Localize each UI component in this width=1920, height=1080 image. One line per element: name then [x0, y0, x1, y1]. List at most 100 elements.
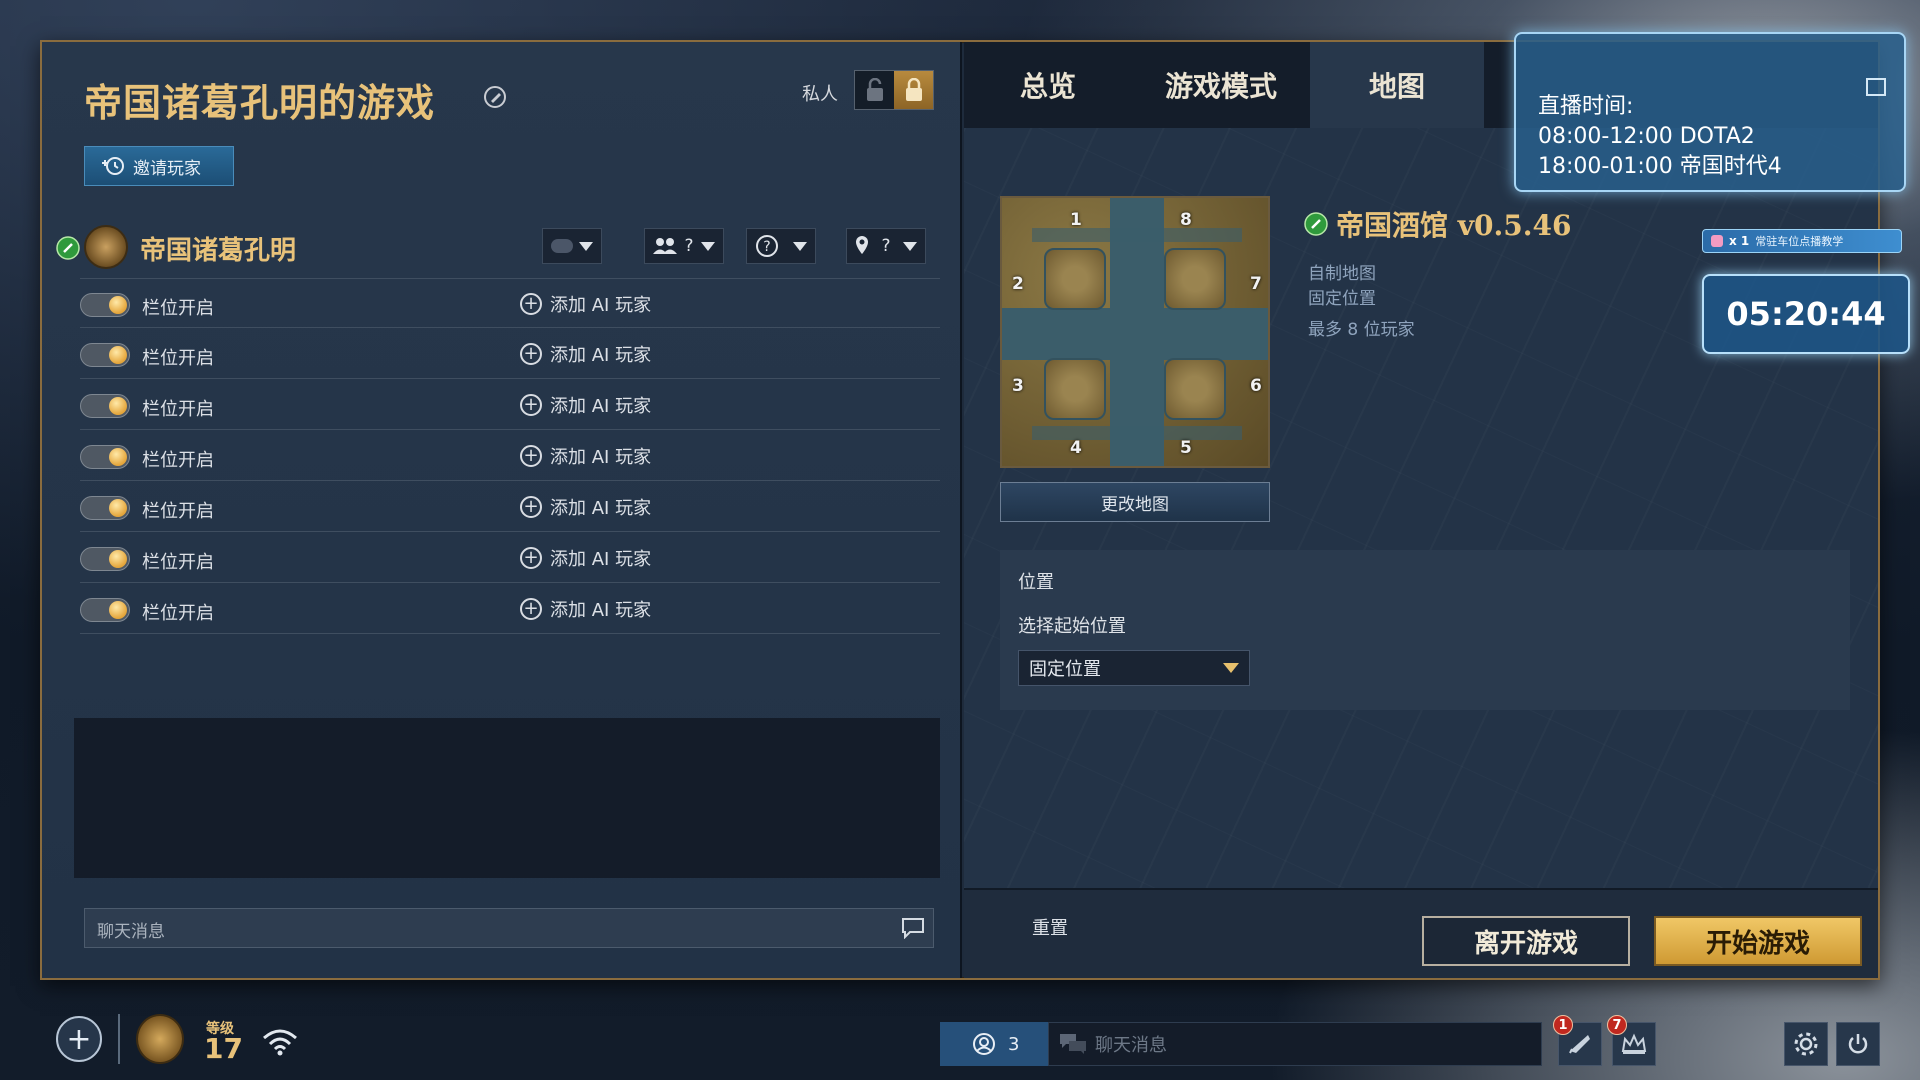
edit-icon[interactable]: [482, 84, 508, 110]
plus-circle-icon: +: [520, 394, 542, 416]
chevron-down-icon: [1223, 663, 1239, 673]
plus-circle-icon: +: [520, 445, 542, 467]
add-friend-button[interactable]: +: [56, 1016, 102, 1062]
map-details: 自制地图 固定位置 最多 8 位玩家: [1308, 262, 1415, 343]
global-chat-input[interactable]: 聊天消息: [1048, 1022, 1542, 1066]
slot-status: 栏位开启: [142, 603, 214, 624]
add-ai-label: 添加 AI 玩家: [550, 498, 652, 519]
player-slot: 栏位开启 + 添加 AI 玩家: [80, 431, 940, 481]
stream-timer: 05:20:44: [1702, 274, 1910, 354]
team-dropdown[interactable]: ?: [644, 228, 724, 264]
add-ai-player-button[interactable]: + 添加 AI 玩家: [520, 545, 651, 571]
host-name: 帝国诸葛孔明: [140, 236, 297, 266]
promo-count: x 1: [1729, 234, 1750, 248]
level-value: 17: [204, 1032, 243, 1065]
online-friends-button[interactable]: 3: [940, 1022, 1048, 1066]
chat-placeholder: 聊天消息: [1095, 1035, 1167, 1056]
slot-open-toggle[interactable]: [80, 496, 130, 520]
rewards-button[interactable]: 7: [1607, 1015, 1656, 1066]
notification-badge: 1: [1553, 1015, 1573, 1035]
slot-status: 栏位开启: [142, 348, 214, 369]
chevron-down-icon: [903, 241, 917, 251]
slot-open-toggle[interactable]: [80, 598, 130, 622]
bottom-bar: + 等级 17 3 聊天消息 1 7: [0, 1000, 1920, 1080]
crown-icon: [1621, 1033, 1647, 1054]
map-position-marker: 5: [1180, 438, 1192, 458]
map-position-marker: 3: [1012, 376, 1024, 396]
player-slot: 栏位开启 + 添加 AI 玩家: [80, 584, 940, 634]
change-map-button[interactable]: 更改地图: [1000, 482, 1270, 522]
slot-open-toggle[interactable]: [80, 293, 130, 317]
settings-button[interactable]: [1784, 1022, 1828, 1066]
chat-bubble-icon[interactable]: [901, 917, 925, 939]
reset-button[interactable]: 重置: [1032, 914, 1068, 940]
start-position-value: 固定位置: [1029, 659, 1101, 680]
start-position-dropdown[interactable]: ?: [846, 228, 926, 264]
chat-placeholder: 聊天消息: [97, 922, 165, 942]
stream-title: 直播时间:: [1538, 94, 1634, 119]
start-position-label: 选择起始位置: [1018, 616, 1126, 637]
stream-schedule-line: 08:00-12:00 DOTA2: [1538, 124, 1755, 149]
stream-promo-badge: x 1 常驻车位点播教学: [1702, 229, 1902, 253]
slot-open-toggle[interactable]: [80, 547, 130, 571]
start-position-select[interactable]: 固定位置: [1018, 650, 1250, 686]
add-ai-player-button[interactable]: + 添加 AI 玩家: [520, 443, 651, 469]
chat-input[interactable]: 聊天消息: [84, 908, 934, 948]
player-color-dropdown[interactable]: [542, 228, 602, 264]
lobby-footer: 重置 离开游戏 开始游戏: [964, 888, 1878, 978]
tab-map[interactable]: 地图: [1310, 42, 1484, 128]
gift-icon: [1711, 235, 1723, 247]
add-ai-player-button[interactable]: + 添加 AI 玩家: [520, 291, 651, 317]
stream-schedule-line: 18:00-01:00 帝国时代4: [1538, 154, 1782, 179]
private-label: 私人: [802, 84, 838, 105]
add-ai-player-button[interactable]: + 添加 AI 玩家: [520, 494, 651, 520]
player-slot: 栏位开启 + 添加 AI 玩家: [80, 533, 940, 583]
lobby-players-panel: 帝国诸葛孔明的游戏 私人 邀请玩家 帝国诸葛孔明 ? ? ? 栏位开启 + 添加…: [42, 42, 962, 978]
tab-game-mode[interactable]: 游戏模式: [1132, 42, 1310, 128]
map-position-marker: 6: [1250, 376, 1262, 396]
map-preview: 1 8 2 7 3 6 4 5: [1000, 196, 1270, 468]
add-ai-player-button[interactable]: + 添加 AI 玩家: [520, 341, 651, 367]
add-ai-player-button[interactable]: + 添加 AI 玩家: [520, 392, 651, 418]
lobby-title: 帝国诸葛孔明的游戏: [84, 80, 436, 125]
profile-emblem[interactable]: [136, 1014, 184, 1064]
online-count: 3: [1008, 1033, 1020, 1055]
host-player-row: 帝国诸葛孔明 ? ? ?: [52, 222, 952, 272]
add-user-icon: [102, 157, 124, 175]
slot-open-toggle[interactable]: [80, 445, 130, 469]
add-ai-label: 添加 AI 玩家: [550, 345, 652, 366]
map-position-marker: 1: [1070, 210, 1082, 230]
team-value: ?: [684, 236, 694, 256]
notifications-button[interactable]: 1: [1553, 1015, 1602, 1066]
minimize-icon[interactable]: [1866, 78, 1886, 96]
slot-open-toggle[interactable]: [80, 343, 130, 367]
add-ai-player-button[interactable]: + 添加 AI 玩家: [520, 596, 651, 622]
position-settings: 位置 选择起始位置 固定位置: [1000, 550, 1850, 710]
player-slot: 栏位开启 + 添加 AI 玩家: [80, 278, 940, 328]
privacy-toggle[interactable]: [854, 70, 934, 110]
map-position-marker: 2: [1012, 274, 1024, 294]
chevron-down-icon: [701, 241, 715, 251]
color-icon: [551, 239, 573, 253]
tab-overview[interactable]: 总览: [964, 42, 1132, 128]
slot-status: 栏位开启: [142, 298, 214, 319]
lock-icon: [894, 71, 933, 109]
unlock-icon: [855, 71, 894, 109]
divider: [118, 1014, 120, 1064]
invite-players-button[interactable]: 邀请玩家: [84, 146, 234, 186]
plus-icon: +: [66, 1021, 92, 1057]
power-button[interactable]: [1836, 1022, 1880, 1066]
invite-label: 邀请玩家: [133, 158, 201, 179]
power-icon: [1848, 1034, 1868, 1054]
slot-open-toggle[interactable]: [80, 394, 130, 418]
chat-log: [74, 718, 940, 878]
start-game-button[interactable]: 开始游戏: [1654, 916, 1862, 966]
map-position-marker: 7: [1250, 274, 1262, 294]
civilization-dropdown[interactable]: ?: [746, 228, 816, 264]
add-ai-label: 添加 AI 玩家: [550, 600, 652, 621]
chevron-down-icon: [579, 241, 593, 251]
add-ai-label: 添加 AI 玩家: [550, 549, 652, 570]
host-civ-emblem[interactable]: [84, 225, 128, 269]
slot-status: 栏位开启: [142, 501, 214, 522]
leave-game-button[interactable]: 离开游戏: [1422, 916, 1630, 966]
